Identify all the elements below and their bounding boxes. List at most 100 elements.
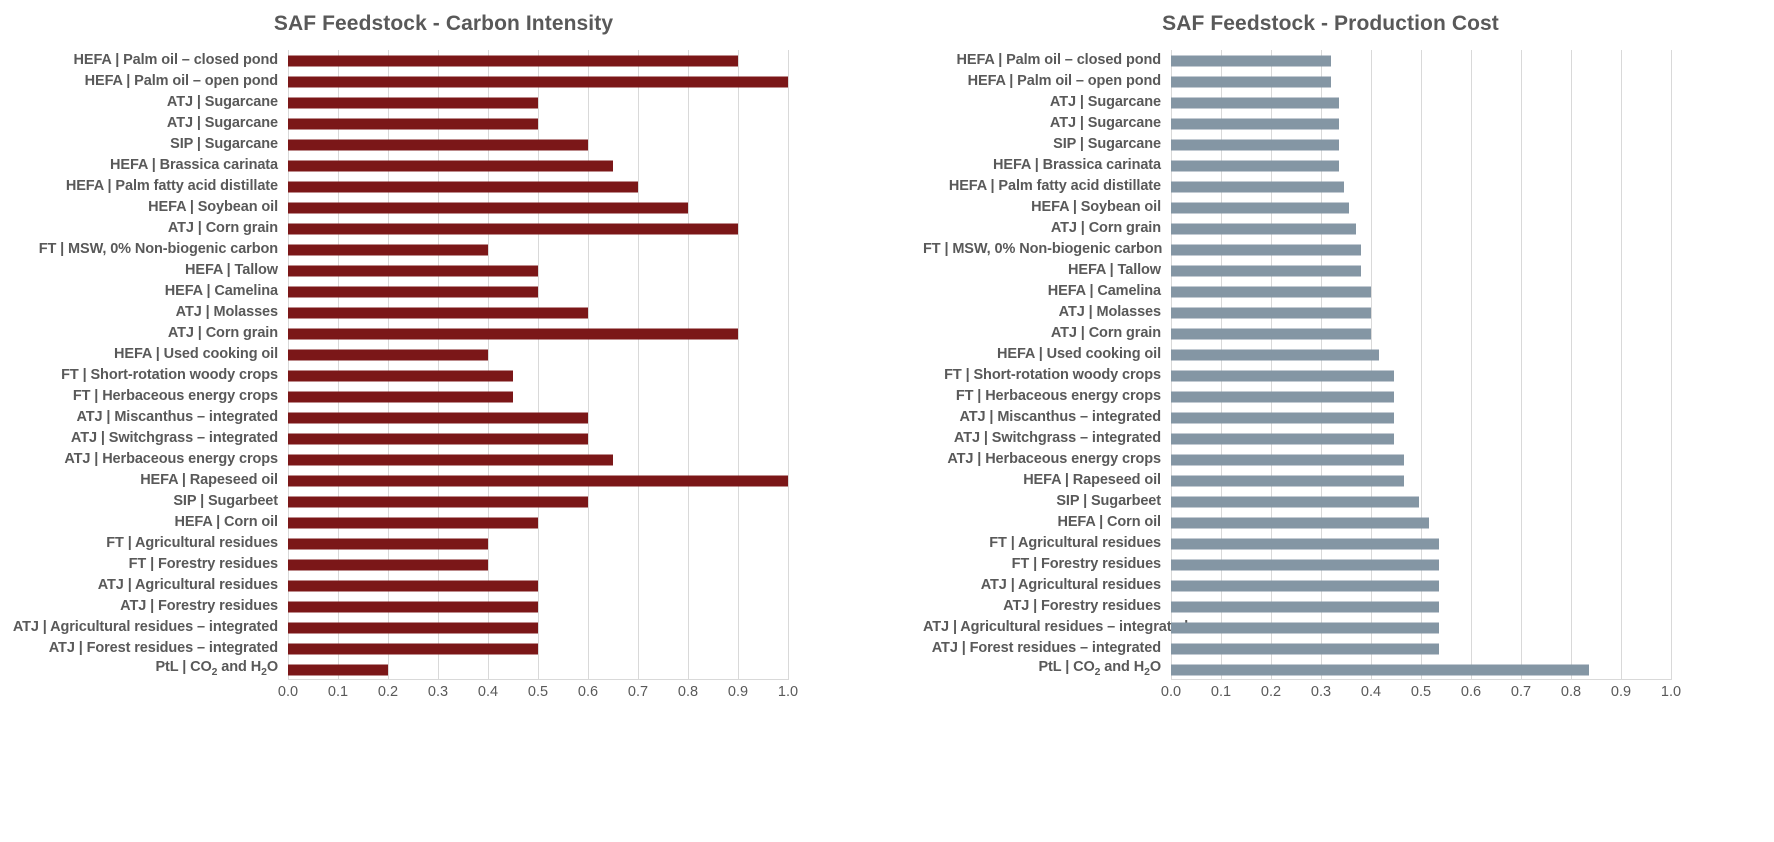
bar[interactable] [288, 349, 488, 360]
bar[interactable] [1171, 286, 1371, 297]
chart-row[interactable]: HEFA | Rapeseed oil [923, 470, 1774, 491]
bar[interactable] [1171, 139, 1339, 150]
chart-row[interactable]: HEFA | Palm fatty acid distillate [0, 176, 887, 197]
chart-row[interactable]: ATJ | Agricultural residues [923, 575, 1774, 596]
bar[interactable] [288, 370, 513, 381]
bar[interactable] [1171, 370, 1394, 381]
chart-row[interactable]: HEFA | Brassica carinata [923, 155, 1774, 176]
bar[interactable] [1171, 517, 1429, 528]
chart-row[interactable]: HEFA | Camelina [923, 281, 1774, 302]
bar[interactable] [1171, 244, 1361, 255]
chart-row[interactable]: HEFA | Soybean oil [923, 197, 1774, 218]
bar[interactable] [288, 454, 613, 465]
chart-row[interactable]: ATJ | Switchgrass – integrated [923, 428, 1774, 449]
chart-row[interactable]: ATJ | Forest residues – integrated [0, 638, 887, 659]
bar[interactable] [1171, 328, 1371, 339]
chart-row[interactable]: FT | Forestry residues [0, 554, 887, 575]
bar[interactable] [1171, 223, 1356, 234]
bar[interactable] [1171, 412, 1394, 423]
chart-row[interactable]: FT | Short-rotation woody crops [0, 365, 887, 386]
chart-row[interactable]: HEFA | Brassica carinata [0, 155, 887, 176]
chart-row[interactable]: HEFA | Used cooking oil [923, 344, 1774, 365]
chart-row[interactable]: FT | Herbaceous energy crops [0, 386, 887, 407]
bar[interactable] [288, 559, 488, 570]
bar[interactable] [1171, 265, 1361, 276]
bar[interactable] [288, 496, 588, 507]
bar[interactable] [288, 328, 738, 339]
chart-row[interactable]: ATJ | Corn grain [923, 218, 1774, 239]
bar[interactable] [1171, 580, 1439, 591]
chart-row[interactable]: ATJ | Molasses [923, 302, 1774, 323]
bar[interactable] [288, 622, 538, 633]
chart-row[interactable]: SIP | Sugarcane [923, 134, 1774, 155]
chart-row[interactable]: SIP | Sugarcane [0, 134, 887, 155]
chart-row[interactable]: ATJ | Sugarcane [0, 92, 887, 113]
chart-row[interactable]: HEFA | Tallow [923, 260, 1774, 281]
bar[interactable] [288, 286, 538, 297]
chart-row[interactable]: HEFA | Corn oil [923, 512, 1774, 533]
chart-row[interactable]: HEFA | Palm oil – open pond [0, 71, 887, 92]
bar[interactable] [1171, 202, 1349, 213]
bar[interactable] [288, 202, 688, 213]
bar[interactable] [288, 601, 538, 612]
chart-row[interactable]: FT | Agricultural residues [923, 533, 1774, 554]
chart-row[interactable]: HEFA | Camelina [0, 281, 887, 302]
chart-row[interactable]: ATJ | Molasses [0, 302, 887, 323]
chart-row[interactable]: FT | Short-rotation woody crops [923, 365, 1774, 386]
bar[interactable] [288, 643, 538, 654]
bar[interactable] [288, 475, 788, 486]
chart-row[interactable]: PtL | CO2 and H2O [0, 659, 887, 680]
bar[interactable] [288, 181, 638, 192]
bar[interactable] [288, 391, 513, 402]
bar[interactable] [288, 538, 488, 549]
chart-row[interactable]: ATJ | Agricultural residues [0, 575, 887, 596]
bar[interactable] [288, 580, 538, 591]
chart-row[interactable]: FT | Agricultural residues [0, 533, 887, 554]
chart-row[interactable]: HEFA | Palm oil – closed pond [0, 50, 887, 71]
bar[interactable] [1171, 601, 1439, 612]
bar[interactable] [1171, 181, 1344, 192]
chart-row[interactable]: HEFA | Tallow [0, 260, 887, 281]
bar[interactable] [288, 76, 788, 87]
bar[interactable] [1171, 118, 1339, 129]
bar[interactable] [1171, 559, 1439, 570]
bar[interactable] [288, 97, 538, 108]
chart-row[interactable]: ATJ | Corn grain [0, 218, 887, 239]
chart-row[interactable]: ATJ | Herbaceous energy crops [0, 449, 887, 470]
bar[interactable] [288, 118, 538, 129]
chart-row[interactable]: HEFA | Used cooking oil [0, 344, 887, 365]
chart-row[interactable]: HEFA | Soybean oil [0, 197, 887, 218]
bar[interactable] [1171, 433, 1394, 444]
bar[interactable] [1171, 391, 1394, 402]
chart-row[interactable]: ATJ | Sugarcane [923, 113, 1774, 134]
bar[interactable] [1171, 496, 1419, 507]
bar[interactable] [288, 55, 738, 66]
chart-row[interactable]: PtL | CO2 and H2O [923, 659, 1774, 680]
bar[interactable] [1171, 349, 1379, 360]
bar[interactable] [288, 223, 738, 234]
bar[interactable] [1171, 664, 1589, 675]
bar[interactable] [288, 433, 588, 444]
chart-row[interactable]: FT | MSW, 0% Non-biogenic carbon [923, 239, 1774, 260]
bar[interactable] [1171, 160, 1339, 171]
bar[interactable] [288, 265, 538, 276]
chart-row[interactable]: FT | MSW, 0% Non-biogenic carbon [0, 239, 887, 260]
bar[interactable] [1171, 538, 1439, 549]
bar[interactable] [288, 139, 588, 150]
chart-row[interactable]: ATJ | Forest residues – integrated [923, 638, 1774, 659]
chart-row[interactable]: HEFA | Palm oil – open pond [923, 71, 1774, 92]
bar[interactable] [1171, 307, 1371, 318]
bar[interactable] [1171, 97, 1339, 108]
bar[interactable] [1171, 622, 1439, 633]
bar[interactable] [1171, 454, 1404, 465]
bar[interactable] [288, 160, 613, 171]
chart-row[interactable]: ATJ | Forestry residues [0, 596, 887, 617]
chart-row[interactable]: ATJ | Sugarcane [923, 92, 1774, 113]
chart-row[interactable]: HEFA | Palm oil – closed pond [923, 50, 1774, 71]
bar[interactable] [288, 664, 388, 675]
chart-row[interactable]: ATJ | Sugarcane [0, 113, 887, 134]
chart-row[interactable]: ATJ | Corn grain [0, 323, 887, 344]
chart-row[interactable]: ATJ | Agricultural residues – integrated [923, 617, 1774, 638]
chart-row[interactable]: ATJ | Miscanthus – integrated [923, 407, 1774, 428]
chart-row[interactable]: ATJ | Agricultural residues – integrated [0, 617, 887, 638]
